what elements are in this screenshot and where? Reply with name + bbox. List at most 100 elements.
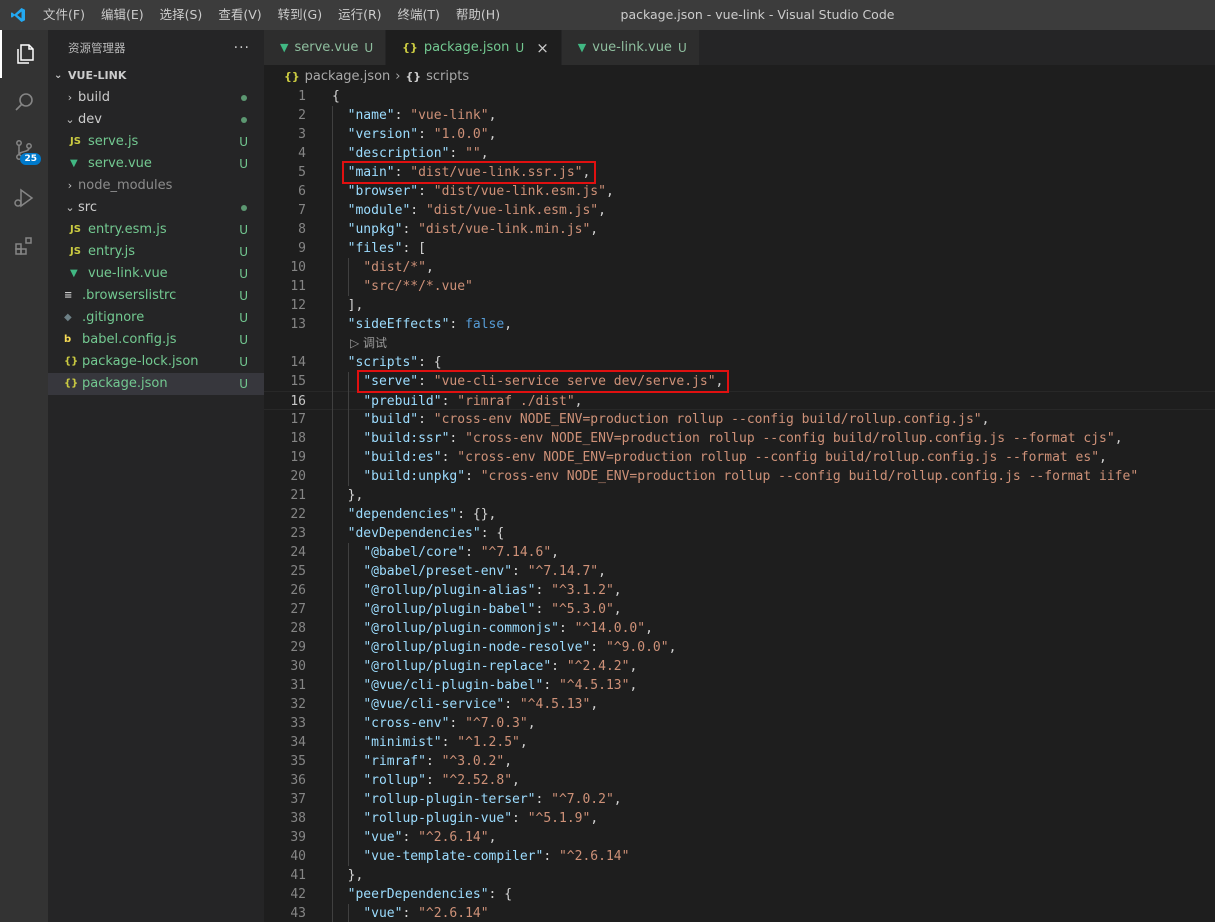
tree-item[interactable]: › node_modules	[48, 175, 264, 197]
menu-item[interactable]: 终端(T)	[390, 0, 448, 30]
line-code: "rollup-plugin-vue": "^5.1.9",	[363, 811, 599, 826]
editor-tabs: ▼ serve.vue U {} package.json U × ▼ vue-link.vue…	[264, 30, 1215, 65]
tree-item[interactable]: JS entry.js U	[48, 241, 264, 263]
code-line[interactable]: 43 "vue": "^2.6.14"	[264, 904, 1215, 922]
menu-item[interactable]: 转到(G)	[270, 0, 330, 30]
tab-vue-link-vue[interactable]: ▼ vue-link.vue U	[561, 30, 700, 65]
code-line[interactable]: 42 "peerDependencies": {	[264, 885, 1215, 904]
code-line[interactable]: 36 "rollup": "^2.52.8",	[264, 771, 1215, 790]
code-line[interactable]: 39 "vue": "^2.6.14",	[264, 828, 1215, 847]
explorer-icon[interactable]	[0, 30, 48, 78]
code-line[interactable]: 3 "version": "1.0.0",	[264, 125, 1215, 144]
tree-item[interactable]: ⌄ src	[48, 197, 264, 219]
menu-item[interactable]: 帮助(H)	[448, 0, 508, 30]
line-code: "@rollup/plugin-node-resolve": "^9.0.0",	[363, 640, 677, 655]
code-line[interactable]: 26 "@rollup/plugin-alias": "^3.1.2",	[264, 581, 1215, 600]
activity-bar: 25	[0, 30, 48, 922]
more-actions-icon[interactable]: ···	[234, 40, 250, 56]
code-line[interactable]: 9 "files": [	[264, 239, 1215, 258]
tree-item-label: vue-link.vue	[88, 266, 168, 281]
project-section-header[interactable]: ⌄ VUE-LINK	[48, 65, 264, 87]
code-line[interactable]: 22 "dependencies": {},	[264, 505, 1215, 524]
tree-item[interactable]: ≡ .browserslistrc U	[48, 285, 264, 307]
line-code: "cross-env": "^7.0.3",	[363, 716, 536, 731]
tree-item[interactable]: JS entry.esm.js U	[48, 219, 264, 241]
line-number: 19	[290, 450, 306, 465]
code-line[interactable]: 40 "vue-template-compiler": "^2.6.14"	[264, 847, 1215, 866]
code-line[interactable]: 16 "prebuild": "rimraf ./dist",	[264, 391, 1215, 410]
tab-label: package.json	[423, 40, 510, 55]
code-line[interactable]: 25 "@babel/preset-env": "^7.14.7",	[264, 562, 1215, 581]
code-line[interactable]: 35 "rimraf": "^3.0.2",	[264, 752, 1215, 771]
tab-serve-vue[interactable]: ▼ serve.vue U	[264, 30, 387, 65]
line-code: "@rollup/plugin-replace": "^2.4.2",	[363, 659, 638, 674]
code-line[interactable]: 38 "rollup-plugin-vue": "^5.1.9",	[264, 809, 1215, 828]
code-line[interactable]: 33 "cross-env": "^7.0.3",	[264, 714, 1215, 733]
tree-item[interactable]: ◆ .gitignore U	[48, 307, 264, 329]
code-line[interactable]: 13 "sideEffects": false,	[264, 315, 1215, 334]
code-line[interactable]: 41 },	[264, 866, 1215, 885]
tree-item[interactable]: ▼ serve.vue U	[48, 153, 264, 175]
debug-codelens[interactable]: ▷ 调试	[350, 335, 387, 352]
source-control-icon[interactable]: 25	[0, 126, 48, 174]
tree-item[interactable]: {} package.json U	[48, 373, 264, 395]
tree-item[interactable]: ⌄ dev	[48, 109, 264, 131]
code-line[interactable]: 17 "build": "cross-env NODE_ENV=producti…	[264, 410, 1215, 429]
close-icon[interactable]: ×	[536, 39, 549, 57]
tab-package-json[interactable]: {} package.json U ×	[386, 30, 562, 65]
indent-guide	[347, 372, 349, 486]
code-line[interactable]: 2 "name": "vue-link",	[264, 106, 1215, 125]
code-line[interactable]: 1{	[264, 87, 1215, 106]
tree-item[interactable]: ▼ vue-link.vue U	[48, 263, 264, 285]
code-line[interactable]: 24 "@babel/core": "^7.14.6",	[264, 543, 1215, 562]
line-number: 12	[290, 298, 306, 313]
code-line[interactable]: 6 "browser": "dist/vue-link.esm.js",	[264, 182, 1215, 201]
object-icon: {}	[405, 69, 422, 83]
extensions-icon[interactable]	[0, 222, 48, 270]
code-line[interactable]: 30 "@rollup/plugin-replace": "^2.4.2",	[264, 657, 1215, 676]
vue-file-icon: ▼	[70, 268, 78, 279]
code-line[interactable]: 28 "@rollup/plugin-commonjs": "^14.0.0",	[264, 619, 1215, 638]
tree-item-label: package-lock.json	[82, 354, 199, 369]
code-line[interactable]: 8 "unpkg": "dist/vue-link.min.js",	[264, 220, 1215, 239]
line-number: 29	[290, 640, 306, 655]
code-line[interactable]: 29 "@rollup/plugin-node-resolve": "^9.0.…	[264, 638, 1215, 657]
code-line[interactable]: 32 "@vue/cli-service": "^4.5.13",	[264, 695, 1215, 714]
tree-item-label: serve.js	[88, 134, 139, 149]
code-line[interactable]: 18 "build:ssr": "cross-env NODE_ENV=prod…	[264, 429, 1215, 448]
menu-item[interactable]: 选择(S)	[152, 0, 211, 30]
menu-item[interactable]: 编辑(E)	[93, 0, 152, 30]
js-file-icon: JS	[70, 246, 81, 257]
tree-item[interactable]: › build	[48, 87, 264, 109]
tree-item[interactable]: JS serve.js U	[48, 131, 264, 153]
code-line[interactable]: 19 "build:es": "cross-env NODE_ENV=produ…	[264, 448, 1215, 467]
search-icon[interactable]	[0, 78, 48, 126]
code-line[interactable]: 34 "minimist": "^1.2.5",	[264, 733, 1215, 752]
code-line[interactable]: 37 "rollup-plugin-terser": "^7.0.2",	[264, 790, 1215, 809]
line-code: "@vue/cli-plugin-babel": "^4.5.13",	[363, 678, 638, 693]
menu-item[interactable]: 查看(V)	[210, 0, 269, 30]
code-line[interactable]: 10 "dist/*",	[264, 258, 1215, 277]
code-line[interactable]: 21 },	[264, 486, 1215, 505]
menu-item[interactable]: 运行(R)	[330, 0, 389, 30]
tab-git-status: U	[364, 40, 374, 55]
line-code: ],	[332, 298, 364, 313]
breadcrumb-file[interactable]: package.json	[305, 69, 391, 84]
code-editor[interactable]: 1{2 "name": "vue-link", 3 "version": "1.0…	[264, 87, 1215, 922]
line-code: "rimraf": "^3.0.2",	[363, 754, 513, 769]
babel-file-icon: b	[64, 334, 72, 345]
run-debug-icon[interactable]	[0, 174, 48, 222]
tree-item[interactable]: {} package-lock.json U	[48, 351, 264, 373]
code-line[interactable]: 20 "build:unpkg": "cross-env NODE_ENV=pr…	[264, 467, 1215, 486]
code-line[interactable]: 11 "src/**/*.vue"	[264, 277, 1215, 296]
code-line[interactable]: 12 ],	[264, 296, 1215, 315]
code-line[interactable]: 27 "@rollup/plugin-babel": "^5.3.0",	[264, 600, 1215, 619]
menu-item[interactable]: 文件(F)	[35, 0, 93, 30]
code-line[interactable]: 7 "module": "dist/vue-link.esm.js",	[264, 201, 1215, 220]
code-line[interactable]: 23 "devDependencies": {	[264, 524, 1215, 543]
code-line[interactable]: 31 "@vue/cli-plugin-babel": "^4.5.13",	[264, 676, 1215, 695]
tree-item[interactable]: b babel.config.js U	[48, 329, 264, 351]
line-code: "@babel/preset-env": "^7.14.7",	[363, 564, 606, 579]
breadcrumb-symbol[interactable]: scripts	[426, 69, 469, 84]
highlight-box-serve	[357, 370, 729, 393]
